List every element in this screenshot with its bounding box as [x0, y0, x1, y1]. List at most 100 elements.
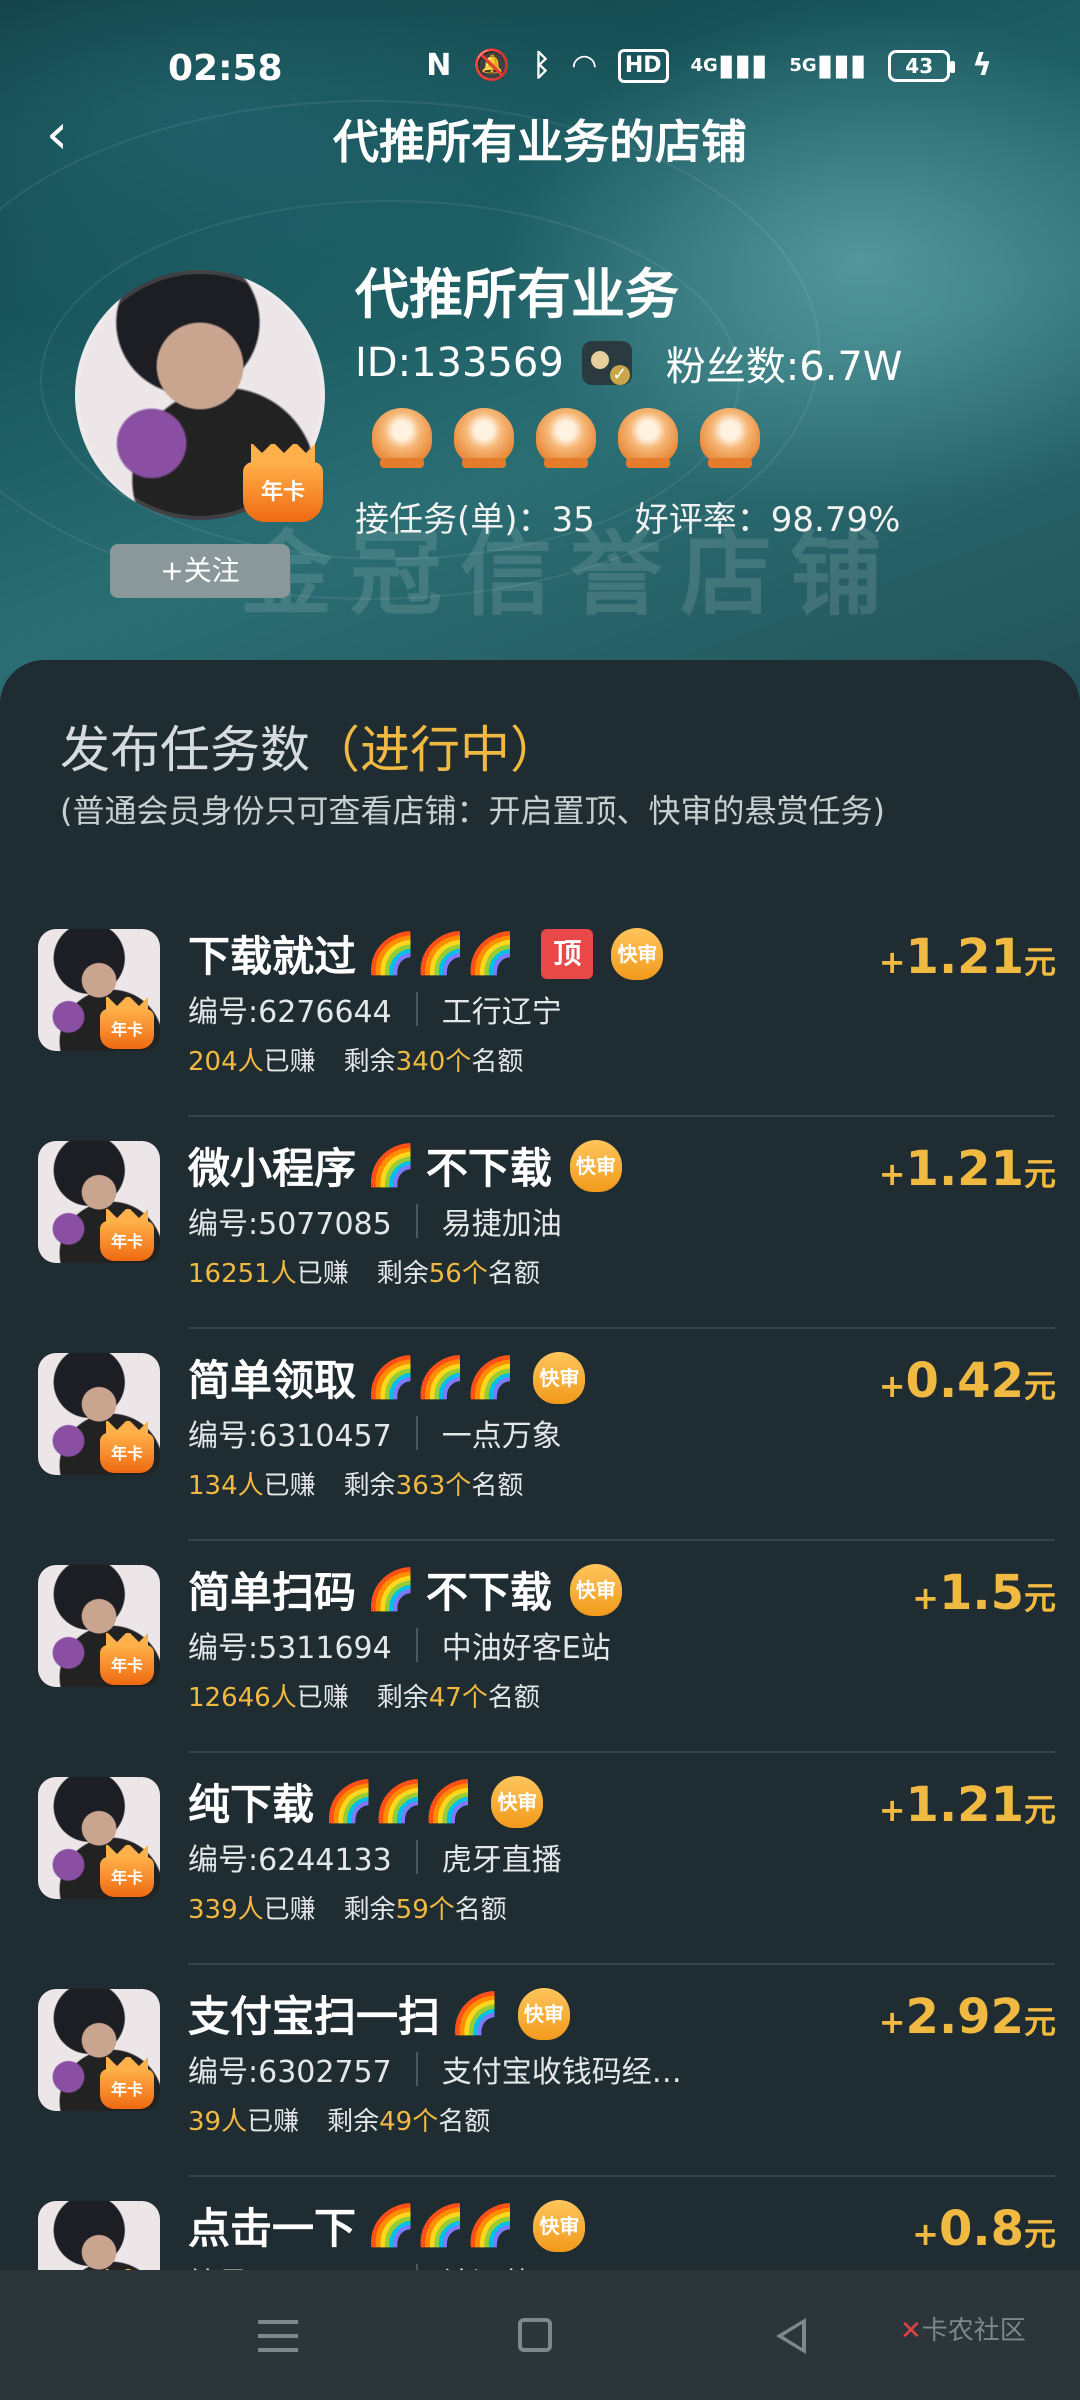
task-title: 支付宝扫一扫 [188, 1992, 441, 2041]
task-thumbnail: 年卡 [38, 929, 160, 1051]
task-merchant: 易捷加油 [441, 1207, 562, 1242]
task-list-panel: 发布任务数（进行中） (普通会员身份只可查看店铺：开启置顶、快审的悬赏任务) 年… [0, 660, 1080, 2389]
earned-count: 204人已赚 [188, 1047, 316, 1077]
crown-icon [372, 408, 432, 468]
system-navigation-bar: ✕卡农社区 [0, 2270, 1080, 2400]
task-row[interactable]: 年卡 下载就过 🌈🌈🌈 顶快审 编号:6276644 工行辽宁 204人已赚 剩… [0, 905, 1080, 1117]
task-stats: 16251人已赚 剩余56个名额 [188, 1253, 540, 1290]
shop-stats: 接任务(单)：35 好评率：98.79% [355, 492, 900, 541]
crown-icon [536, 408, 596, 468]
task-merchant: 虎牙直播 [441, 1843, 562, 1878]
fast-review-tag: 快审 [533, 1351, 586, 1404]
system-back-button[interactable] [756, 2300, 826, 2370]
recent-apps-button[interactable] [244, 2300, 314, 2370]
task-row[interactable]: 年卡 纯下载 🌈🌈🌈 快审 编号:6244133 虎牙直播 339人已赚 剩余5… [0, 1753, 1080, 1965]
level-crowns [372, 408, 760, 468]
task-reward: +0.42元 [878, 1353, 1056, 1409]
task-row[interactable]: 年卡 微小程序 🌈 不下载 快审 编号:5077085 易捷加油 16251人已赚… [0, 1117, 1080, 1329]
task-title-row: 简单扫码 🌈 不下载 快审 [188, 1559, 622, 1620]
task-stats: 39人已赚 剩余49个名额 [188, 2101, 490, 2138]
task-row[interactable]: 年卡 支付宝扫一扫 🌈 快审 编号:6302757 支付宝收钱码经… 39人已赚… [0, 1965, 1080, 2177]
page-title: 代推所有业务的店铺 [333, 115, 747, 169]
rainbow-icon: 🌈🌈🌈 [366, 931, 516, 977]
task-title-row: 下载就过 🌈🌈🌈 顶快审 [188, 923, 664, 984]
fast-review-tag: 快审 [611, 927, 664, 980]
earned-count: 39人已赚 [188, 2107, 300, 2137]
annual-card-badge: 年卡 [100, 1845, 154, 1897]
task-title-row: 微小程序 🌈 不下载 快审 [188, 1135, 622, 1196]
task-stats: 339人已赚 剩余59个名额 [188, 1889, 507, 1926]
fast-review-tag: 快审 [569, 1563, 622, 1616]
remaining-quota: 剩余47个名额 [376, 1683, 540, 1713]
task-row[interactable]: 年卡 简单领取 🌈🌈🌈 快审 编号:6310457 一点万象 134人已赚 剩余… [0, 1329, 1080, 1541]
shop-header-banner: 金冠信誉店铺 02:58 N 🔕 ᛒ ◠ HD 4G▮▮▮ 5G▮▮▮ 43 ϟ… [0, 0, 1080, 700]
annual-card-badge: 年卡 [100, 1421, 154, 1473]
task-reward: +1.21元 [878, 1777, 1056, 1833]
shop-id: ID:133569 [355, 340, 564, 386]
annual-card-badge: 年卡 [100, 997, 154, 1049]
shop-name: 代推所有业务 [355, 263, 679, 326]
follow-button[interactable]: +关注 [110, 544, 290, 598]
task-reward: +1.21元 [878, 929, 1056, 985]
earned-count: 134人已赚 [188, 1471, 316, 1501]
task-code: 编号:6276644 [188, 995, 392, 1030]
annual-card-badge: 年卡 [100, 1633, 154, 1685]
task-title: 点击一下 [188, 2204, 357, 2253]
earned-count: 339人已赚 [188, 1895, 316, 1925]
remaining-quota: 剩余363个名额 [343, 1471, 524, 1501]
task-thumbnail: 年卡 [38, 1353, 160, 1475]
section-title: 发布任务数（进行中） [60, 721, 560, 779]
divider [415, 1628, 418, 1662]
fast-review-tag: 快审 [569, 1139, 622, 1192]
fast-review-tag: 快审 [491, 1775, 544, 1828]
home-button[interactable] [500, 2300, 570, 2370]
crown-icon [454, 408, 514, 468]
fans-count: 粉丝数:6.7W [665, 344, 903, 390]
status-time: 02:58 [168, 48, 283, 89]
task-reward: +1.21元 [878, 1141, 1056, 1197]
task-merchant: 支付宝收钱码经… [441, 2055, 682, 2090]
charging-icon: ϟ [972, 48, 992, 83]
crown-icon [618, 408, 678, 468]
rainbow-icon: 🌈 [450, 1991, 500, 2037]
pinned-top-tag: 顶 [541, 928, 594, 979]
remaining-quota: 剩余49个名额 [327, 2107, 491, 2137]
task-row[interactable]: 年卡 简单扫码 🌈 不下载 快审 编号:5311694 中油好客E站 12646人… [0, 1541, 1080, 1753]
4g-signal-icon: 4G▮▮▮ [690, 48, 768, 83]
annual-card-badge: 年卡 [243, 444, 323, 522]
wifi-icon: ◠ [572, 48, 596, 83]
task-title: 微小程序 [188, 1144, 357, 1193]
task-merchant: 一点万象 [441, 1419, 562, 1454]
task-merchant: 中油好客E站 [441, 1631, 611, 1666]
triangle-back-icon [776, 2318, 806, 2354]
remaining-quota: 剩余59个名额 [343, 1895, 507, 1925]
task-reward: +0.8元 [912, 2201, 1056, 2257]
task-thumbnail: 年卡 [38, 1565, 160, 1687]
crown-icon [700, 408, 760, 468]
menu-line-icon [258, 2334, 298, 2338]
task-code-row: 编号:6276644 工行辽宁 [188, 987, 562, 1031]
remaining-quota: 剩余56个名额 [376, 1259, 540, 1289]
rating-stat: 好评率：98.79% [634, 500, 901, 540]
annual-card-badge: 年卡 [100, 2057, 154, 2109]
task-code: 编号:6244133 [188, 1843, 392, 1878]
divider [415, 992, 418, 1026]
task-title-row: 简单领取 🌈🌈🌈 快审 [188, 1347, 586, 1408]
task-title: 纯下载 [188, 1780, 315, 1829]
task-thumbnail: 年卡 [38, 1777, 160, 1899]
task-title: 简单领取 [188, 1356, 357, 1405]
tasks-taken-stat: 接任务(单)：35 [355, 500, 595, 540]
task-code: 编号:5311694 [188, 1631, 392, 1666]
watermark-logo: ✕卡农社区 [900, 2316, 1026, 2346]
rainbow-icon: 🌈🌈🌈 [324, 1779, 474, 1825]
battery-icon: 43 [888, 50, 956, 82]
divider [415, 2052, 418, 2086]
remaining-quota: 剩余340个名额 [343, 1047, 524, 1077]
task-thumbnail: 年卡 [38, 1141, 160, 1263]
5g-signal-icon: 5G▮▮▮ [789, 48, 867, 83]
task-code: 编号:5077085 [188, 1207, 392, 1242]
mute-icon: 🔕 [473, 48, 511, 83]
shop-id-row: ID:133569 粉丝数:6.7W [355, 334, 902, 392]
nfc-icon: N [426, 48, 452, 83]
task-title: 下载就过 [188, 932, 357, 981]
